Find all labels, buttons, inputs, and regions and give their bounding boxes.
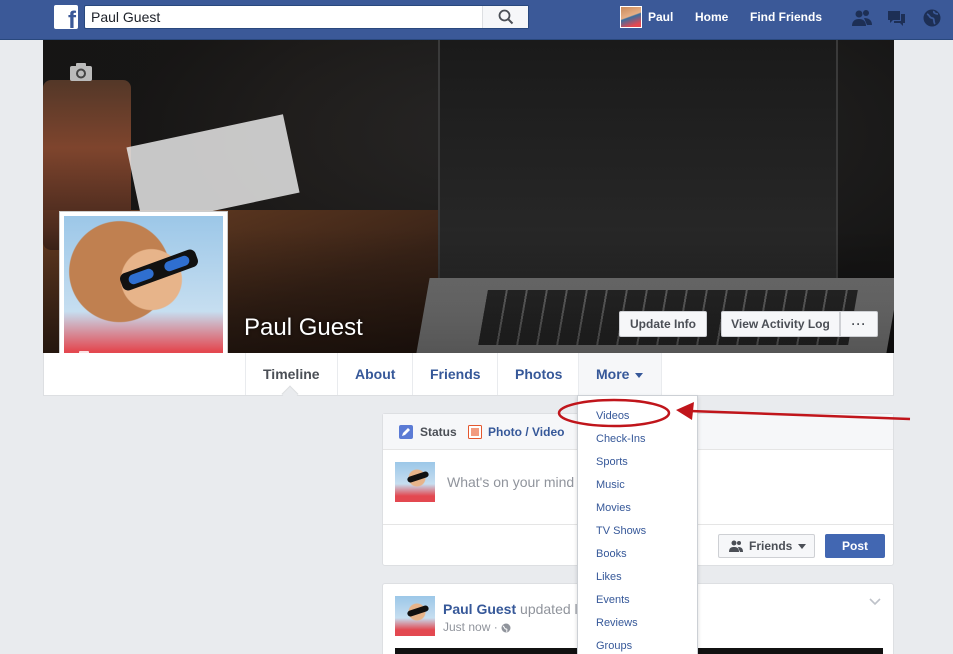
post-button[interactable]: Post: [825, 534, 885, 558]
post-action: updated l: [520, 601, 578, 617]
menu-item-likes[interactable]: Likes: [596, 571, 622, 583]
avatar: [395, 462, 435, 502]
audience-selector-button[interactable]: Friends: [718, 534, 815, 558]
tab-more[interactable]: More: [578, 353, 662, 395]
sunglasses: [118, 247, 200, 293]
tab-photos[interactable]: Photos: [497, 353, 579, 395]
chevron-down-icon: [635, 372, 644, 378]
avatar: [620, 6, 642, 28]
update-info-button[interactable]: Update Info: [619, 311, 707, 337]
more-dropdown-menu: Videos Check-Ins Sports Music Movies TV …: [577, 395, 698, 654]
menu-item-groups[interactable]: Groups: [596, 640, 632, 652]
post-author-link[interactable]: Paul Guest: [443, 601, 516, 617]
nav-home-link[interactable]: Home: [695, 10, 728, 24]
friend-requests-icon[interactable]: [852, 9, 872, 27]
messages-icon[interactable]: [886, 9, 906, 27]
camera-icon[interactable]: [69, 62, 93, 82]
search-input[interactable]: [85, 6, 485, 28]
photo-icon: [468, 425, 482, 439]
menu-item-events[interactable]: Events: [596, 594, 630, 606]
nav-find-friends-link[interactable]: Find Friends: [750, 10, 822, 24]
post-header: Paul Guest updated l: [443, 601, 578, 617]
photo-video-tab[interactable]: Photo / Video: [488, 425, 564, 439]
more-options-button[interactable]: ···: [840, 311, 878, 337]
menu-item-tv-shows[interactable]: TV Shows: [596, 525, 646, 537]
friends-icon: [729, 540, 743, 552]
composer-input[interactable]: What's on your mind: [447, 474, 574, 490]
search-icon: [498, 9, 514, 25]
tab-about[interactable]: About: [337, 353, 412, 395]
globe-icon: [501, 623, 511, 633]
pencil-icon: [399, 425, 413, 439]
facebook-logo-icon[interactable]: f: [54, 5, 78, 29]
nav-user-name: Paul: [648, 10, 674, 24]
menu-item-music[interactable]: Music: [596, 479, 625, 491]
avatar: [395, 596, 435, 636]
menu-item-videos[interactable]: Videos: [596, 410, 629, 422]
menu-item-reviews[interactable]: Reviews: [596, 617, 638, 629]
chevron-down-icon: [798, 544, 807, 550]
tab-more-label: More: [596, 366, 630, 382]
post-timestamp[interactable]: Just now ·: [443, 620, 511, 634]
menu-item-movies[interactable]: Movies: [596, 502, 631, 514]
menu-item-books[interactable]: Books: [596, 548, 627, 560]
top-navigation-bar: f Paul Home Find Friends: [0, 0, 953, 40]
menu-item-check-ins[interactable]: Check-Ins: [596, 433, 646, 445]
search-button[interactable]: [482, 6, 528, 28]
audience-label: Friends: [749, 539, 793, 553]
chevron-down-icon[interactable]: [869, 598, 881, 606]
notifications-globe-icon[interactable]: [922, 9, 942, 27]
profile-tabs: Timeline About Friends Photos More: [43, 353, 894, 403]
view-activity-log-button[interactable]: View Activity Log: [721, 311, 840, 337]
profile-name: Paul Guest: [244, 314, 363, 341]
nav-profile-link[interactable]: Paul: [620, 5, 673, 29]
search-box: [84, 5, 529, 29]
status-tab[interactable]: Status: [420, 425, 457, 439]
tab-friends[interactable]: Friends: [412, 353, 498, 395]
menu-item-sports[interactable]: Sports: [596, 456, 628, 468]
